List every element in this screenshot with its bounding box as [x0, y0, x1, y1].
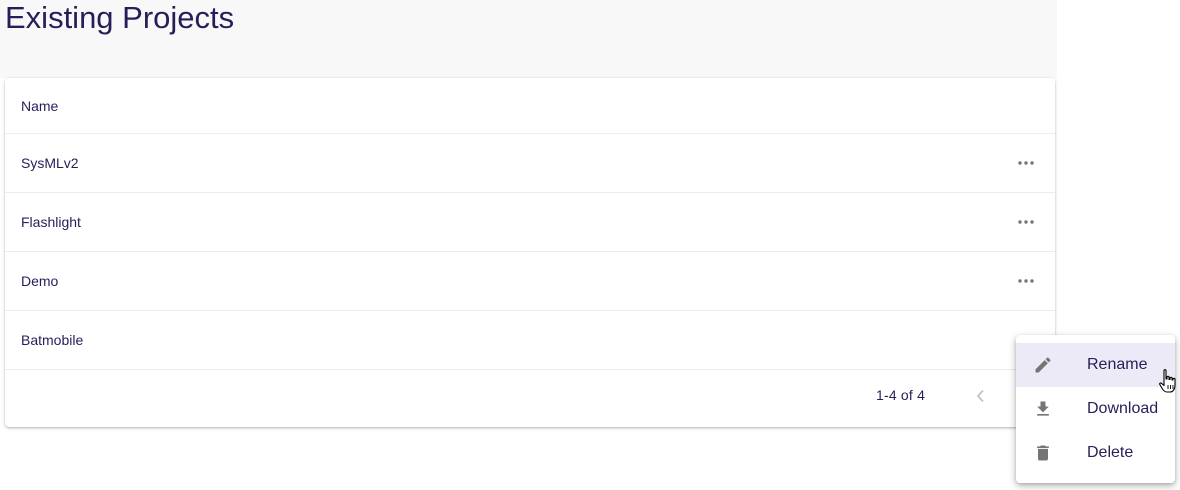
pagination-range: 1-4 of 4 — [876, 387, 926, 403]
more-actions-button[interactable] — [1011, 148, 1041, 178]
previous-page-button[interactable] — [967, 382, 995, 410]
projects-table: Name SysMLv2 Flashlight Demo Batmobile 1… — [5, 78, 1055, 427]
table-row[interactable]: SysMLv2 — [5, 134, 1055, 193]
download-icon — [1031, 397, 1055, 421]
more-horiz-icon — [1018, 220, 1034, 224]
trash-icon — [1031, 441, 1055, 465]
more-horiz-icon — [1018, 161, 1034, 165]
table-header: Name — [5, 78, 1055, 134]
project-context-menu: Rename Download Delete — [1016, 335, 1175, 483]
more-actions-button[interactable] — [1011, 207, 1041, 237]
table-row[interactable]: Demo — [5, 252, 1055, 311]
more-horiz-icon — [1018, 279, 1034, 283]
page-header: Existing Projects — [0, 0, 1057, 78]
page-title: Existing Projects — [5, 0, 235, 35]
menu-item-download[interactable]: Download — [1016, 387, 1175, 431]
column-header-name: Name — [21, 97, 59, 114]
hand-cursor-icon — [1159, 369, 1176, 393]
table-row[interactable]: Batmobile — [5, 311, 1055, 370]
pencil-icon — [1031, 353, 1055, 377]
menu-item-label: Delete — [1087, 444, 1134, 461]
menu-item-rename[interactable]: Rename — [1016, 343, 1175, 387]
project-name[interactable]: Flashlight — [21, 214, 1011, 230]
menu-item-label: Rename — [1087, 356, 1148, 373]
project-name[interactable]: Batmobile — [21, 332, 1055, 348]
menu-item-delete[interactable]: Delete — [1016, 431, 1175, 475]
chevron-left-icon — [976, 389, 984, 403]
project-name[interactable]: SysMLv2 — [21, 155, 1011, 171]
project-name[interactable]: Demo — [21, 273, 1011, 289]
table-pagination: 1-4 of 4 — [5, 370, 1055, 422]
menu-item-label: Download — [1087, 400, 1159, 417]
more-actions-button[interactable] — [1011, 266, 1041, 296]
table-row[interactable]: Flashlight — [5, 193, 1055, 252]
